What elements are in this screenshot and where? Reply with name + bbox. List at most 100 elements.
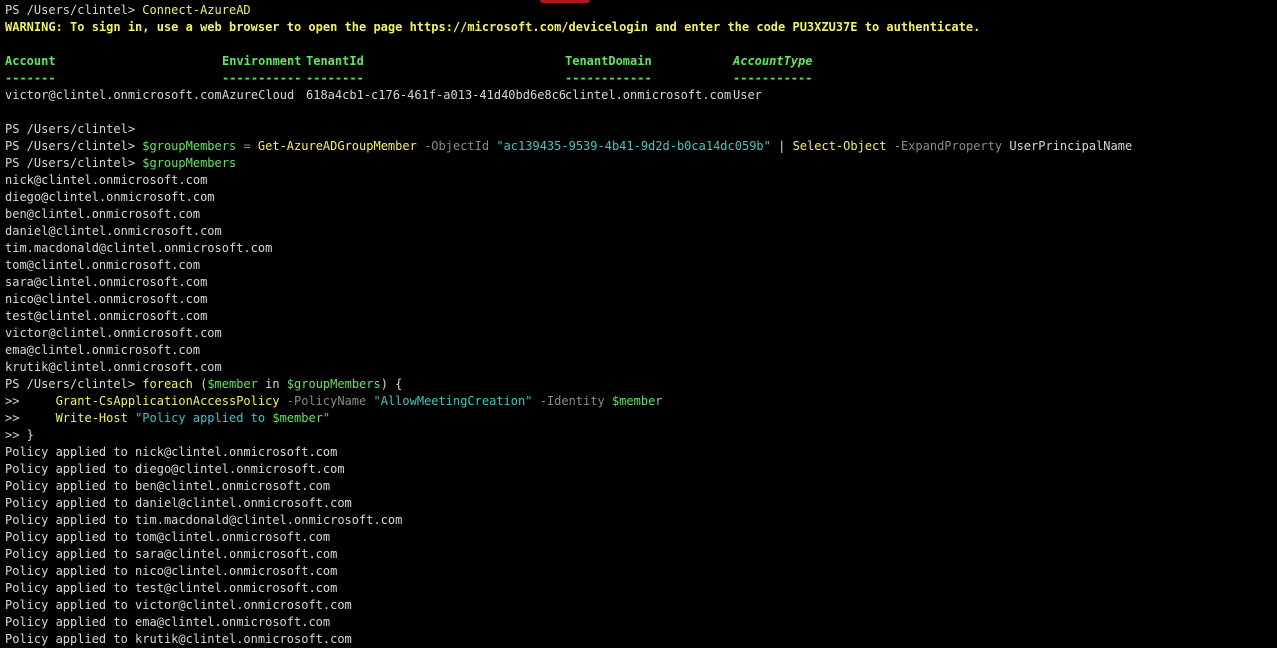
list-item: daniel@clintel.onmicrosoft.com [5, 224, 222, 238]
output-line: Policy applied to ben@clintel.onmicrosof… [5, 478, 1277, 495]
table-header-account: Account [5, 54, 56, 68]
command-write-host: Write-Host [55, 411, 128, 425]
policy-prefix: Policy applied to [5, 632, 136, 646]
output-line: Policy applied to daniel@clintel.onmicro… [5, 495, 1277, 512]
prompt: PS /Users/clintel> [5, 377, 136, 391]
output-line: Policy applied to test@clintel.onmicroso… [5, 580, 1277, 597]
variable-groupmembers: $groupMembers [286, 377, 381, 391]
output-line: Policy applied to tom@clintel.onmicrosof… [5, 529, 1277, 546]
window-edge-fragment [540, 0, 590, 3]
list-item: nick@clintel.onmicrosoft.com [5, 173, 208, 187]
output-line: Policy applied to victor@clintel.onmicro… [5, 597, 1277, 614]
command-get-azureadgroupmember: Get-AzureADGroupMember [257, 139, 417, 153]
continuation-line-grant: >> Grant-CsApplicationAccessPolicy -Poli… [5, 393, 1277, 410]
output-line: Policy applied to krutik@clintel.onmicro… [5, 631, 1277, 648]
arg-userprincipalname: UserPrincipalName [1009, 139, 1133, 153]
policy-prefix: Policy applied to [5, 479, 136, 493]
list-item: krutik@clintel.onmicrosoft.com [5, 360, 222, 374]
policy-user: ben@clintel.onmicrosoft.com [135, 479, 331, 493]
policy-prefix: Policy applied to [5, 615, 136, 629]
variable-groupmembers: $groupMembers [142, 156, 237, 170]
output-line: Policy applied to diego@clintel.onmicros… [5, 461, 1277, 478]
param-policyname: -PolicyName [286, 394, 367, 408]
table-underline-environment: ----------- [222, 71, 302, 85]
command-line-connect: PS /Users/clintel> Connect-AzureAD [5, 2, 1277, 19]
string-objectid: "ac139435-9539-4b41-9d2d-b0ca14dc059b" [496, 139, 771, 153]
param-identity: -Identity [539, 394, 605, 408]
list-item: ben@clintel.onmicrosoft.com [5, 207, 201, 221]
output-line: Policy applied to nico@clintel.onmicroso… [5, 563, 1277, 580]
warning-message: WARNING: To sign in, use a web browser t… [5, 20, 981, 34]
policy-user: tim.macdonald@clintel.onmicrosoft.com [135, 513, 403, 527]
policy-prefix: Policy applied to [5, 564, 136, 578]
continuation-line-close: >> } [5, 428, 34, 442]
keyword-in: in [257, 377, 287, 391]
table-cell-environment: AzureCloud [222, 88, 295, 102]
table-underline-tenantdomain: ------------ [565, 71, 652, 85]
command-line-foreach: PS /Users/clintel> foreach ($member in $… [5, 376, 1277, 393]
list-item: victor@clintel.onmicrosoft.com [5, 326, 222, 340]
table-cell-tenantdomain: clintel.onmicrosoft.com [565, 88, 732, 102]
table-underline-row: ------- ----------- -------- -----------… [5, 70, 1277, 87]
continuation-line-write-host: >> Write-Host "Policy applied to $member… [5, 410, 1277, 427]
terminal-window[interactable]: PS /Users/clintel> Connect-AzureAD WARNI… [0, 0, 1277, 648]
empty-prompt-line: PS /Users/clintel> [5, 121, 1277, 138]
prompt: PS /Users/clintel> [5, 3, 136, 17]
output-line: Policy applied to ema@clintel.onmicrosof… [5, 614, 1277, 631]
policy-prefix: Policy applied to [5, 496, 136, 510]
list-item: nico@clintel.onmicrosoft.com [5, 292, 208, 306]
table-cell-account: victor@clintel.onmicrosoft.com [5, 88, 222, 102]
policy-prefix: Policy applied to [5, 462, 136, 476]
policy-user: sara@clintel.onmicrosoft.com [135, 547, 338, 561]
command-grant-policy: Grant-CsApplicationAccessPolicy [55, 394, 280, 408]
table-header-tenantid: TenantId [306, 54, 364, 68]
policy-prefix: Policy applied to [5, 445, 136, 459]
table-underline-accounttype: ----------- [733, 71, 813, 85]
policy-user: test@clintel.onmicrosoft.com [135, 581, 338, 595]
list-item: ema@clintel.onmicrosoft.com [5, 343, 201, 357]
variable-member: $member [272, 411, 323, 425]
output-line: Policy applied to nick@clintel.onmicroso… [5, 444, 1277, 461]
paren-close-brace: ) { [380, 377, 403, 391]
param-objectid: -ObjectId [424, 139, 490, 153]
command-line-get-group-members: PS /Users/clintel> $groupMembers = Get-A… [5, 138, 1277, 155]
prompt: PS /Users/clintel> [5, 122, 136, 136]
list-item: sara@clintel.onmicrosoft.com [5, 275, 208, 289]
policy-user: tom@clintel.onmicrosoft.com [135, 530, 331, 544]
policy-user: victor@clintel.onmicrosoft.com [135, 598, 352, 612]
variable-member: $member [207, 377, 258, 391]
table-header-row: Account Environment TenantId TenantDomai… [5, 53, 1277, 70]
table-header-tenantdomain: TenantDomain [565, 54, 652, 68]
policy-prefix: Policy applied to [5, 547, 136, 561]
list-item: diego@clintel.onmicrosoft.com [5, 190, 215, 204]
policy-user: krutik@clintel.onmicrosoft.com [135, 632, 352, 646]
continuation-prompt: >> [5, 411, 20, 425]
keyword-foreach: foreach [142, 377, 193, 391]
command-connect: Connect-AzureAD [142, 3, 251, 17]
prompt: PS /Users/clintel> [5, 156, 136, 170]
table-header-environment: Environment [222, 54, 302, 68]
param-expandproperty: -ExpandProperty [893, 139, 1003, 153]
string-quote-close: " [322, 411, 331, 425]
list-item: tim.macdonald@clintel.onmicrosoft.com [5, 241, 273, 255]
table-cell-tenantid: 618a4cb1-c176-461f-a013-41d40bd6e8c6 [306, 88, 567, 102]
output-line: Policy applied to tim.macdonald@clintel.… [5, 512, 1277, 529]
policy-prefix: Policy applied to [5, 598, 136, 612]
continuation-prompt: >> [5, 394, 20, 408]
list-item: test@clintel.onmicrosoft.com [5, 309, 208, 323]
policy-user: daniel@clintel.onmicrosoft.com [135, 496, 352, 510]
string-policyname: "AllowMeetingCreation" [373, 394, 533, 408]
pipe-operator: | [770, 139, 793, 153]
table-underline-account: ------- [5, 71, 56, 85]
policy-user: nick@clintel.onmicrosoft.com [135, 445, 338, 459]
string-policy-applied-prefix: "Policy applied to [135, 411, 273, 425]
list-item: tom@clintel.onmicrosoft.com [5, 258, 201, 272]
policy-user: ema@clintel.onmicrosoft.com [135, 615, 331, 629]
table-cell-accounttype: User [733, 88, 762, 102]
paren-open: ( [192, 377, 208, 391]
policy-prefix: Policy applied to [5, 530, 136, 544]
table-header-accounttype: AccountType [733, 54, 813, 68]
policy-user: diego@clintel.onmicrosoft.com [135, 462, 345, 476]
